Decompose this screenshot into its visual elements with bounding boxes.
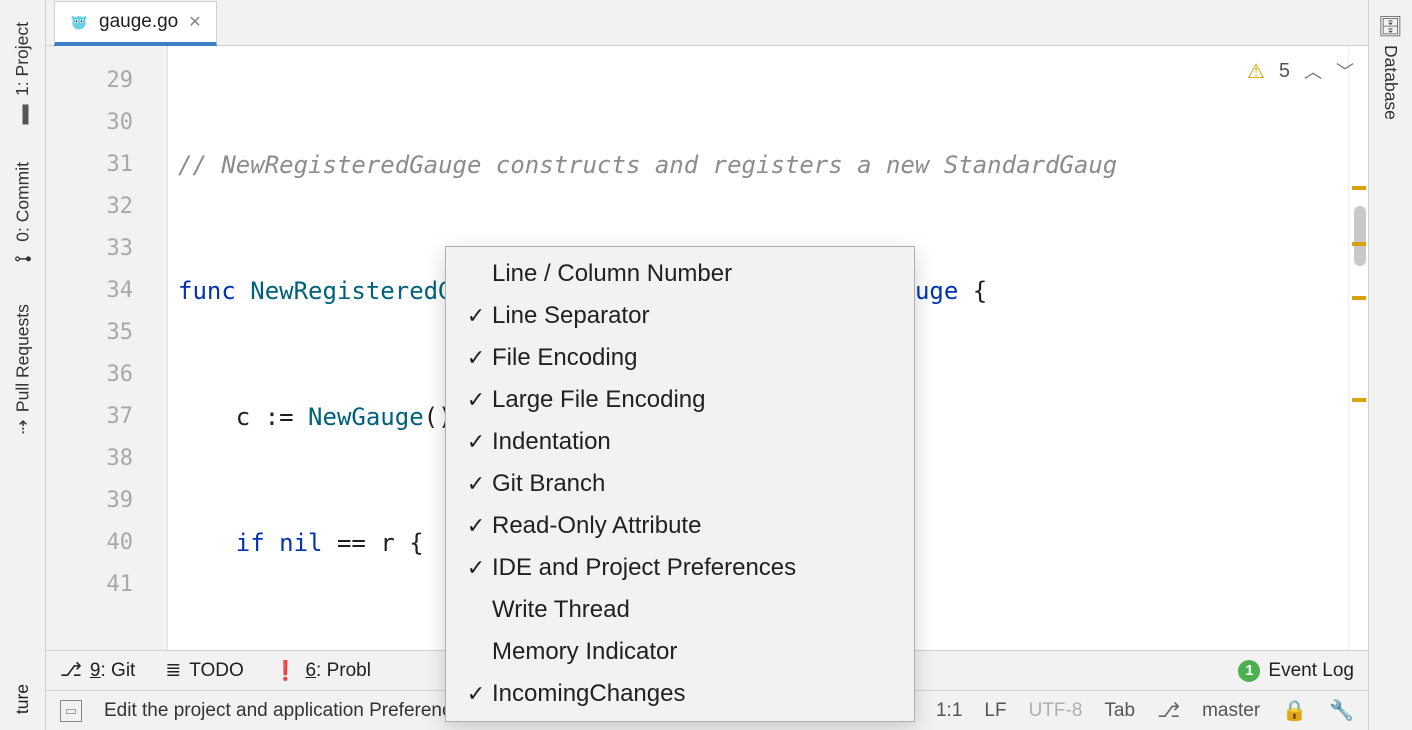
sidebar-item-structure[interactable]: ture [12,684,33,714]
menu-item-label: Line / Column Number [492,260,732,288]
menu-item-label: Git Branch [492,470,605,498]
warning-marker[interactable] [1352,296,1366,300]
line-number: 36 [46,354,167,396]
sidebar-item-project[interactable]: ▬ 1: Project [11,22,34,126]
status-rect-icon[interactable]: ▭ [60,700,82,722]
tab-bar: gauge.go ✕ [46,0,1368,46]
tool-problems[interactable]: ❗ 6: Probl [274,659,371,683]
chevron-down-icon[interactable]: ﹀ [1336,58,1354,84]
menu-item[interactable]: ✓Git Branch [446,463,914,505]
tool-event-log[interactable]: 1 Event Log [1238,660,1354,682]
warning-count: 5 [1279,60,1290,83]
line-number: 38 [46,438,167,480]
gutter: 29 30 31 32 33 34 35 36 37 38 39 40 41 [46,46,168,650]
tool-todo-label: TODO [189,660,244,682]
line-number: 29 [46,60,167,102]
line-number: 31 [46,144,167,186]
sidebar-label-project: 1: Project [12,22,33,96]
marker-strip [1348,46,1368,650]
line-number: 32 [46,186,167,228]
menu-item-label: File Encoding [492,344,637,372]
tool-todo[interactable]: ≣ TODO [165,659,243,682]
branch-icon: ⎇ [1157,698,1180,723]
sidebar-item-commit[interactable]: ⊶ 0: Commit [12,162,34,268]
menu-item-label: Line Separator [492,302,649,330]
menu-item-label: IDE and Project Preferences [492,554,796,582]
warning-marker[interactable] [1352,398,1366,402]
right-tool-strip: 🗄 Database [1368,0,1412,730]
menu-item-label: IncomingChanges [492,680,685,708]
sidebar-label-structure: ture [12,684,32,714]
warning-marker[interactable] [1352,242,1366,246]
menu-item[interactable]: ✓Read-Only Attribute [446,505,914,547]
database-icon: 🗄 [1378,14,1403,39]
go-file-icon [69,12,89,32]
line-number: 40 [46,522,167,564]
check-icon: ✓ [460,555,492,581]
folder-icon: ▬ [12,103,34,126]
menu-item[interactable]: ✓IncomingChanges [446,673,914,715]
lock-icon[interactable]: 🔒 [1282,698,1307,723]
sidebar-label-commit: 0: Commit [12,162,33,242]
line-number: 35 [46,312,167,354]
sidebar-item-database[interactable]: 🗄 Database [1378,14,1403,120]
menu-item-label: Indentation [492,428,611,456]
scrollbar-thumb[interactable] [1354,206,1366,266]
line-number: 33 [46,228,167,270]
menu-item[interactable]: ✓Large File Encoding [446,379,914,421]
tab-gauge-go[interactable]: gauge.go ✕ [54,1,217,46]
wrench-icon[interactable]: 🔧 [1329,698,1354,723]
status-indent[interactable]: Tab [1104,700,1135,722]
chevron-up-icon[interactable]: ︿ [1304,58,1322,84]
git-icon: ⎇ [60,659,82,682]
menu-item[interactable]: ✓Indentation [446,421,914,463]
sidebar-label-database: Database [1380,45,1401,120]
sidebar-label-pulls: Pull Requests [12,304,33,412]
status-encoding[interactable]: UTF-8 [1029,700,1083,722]
warning-marker[interactable] [1352,186,1366,190]
line-number: 41 [46,564,167,606]
menu-item-label: Large File Encoding [492,386,705,414]
tab-label: gauge.go [99,11,178,33]
check-icon: ✓ [460,471,492,497]
status-line-separator[interactable]: LF [984,700,1006,722]
menu-item[interactable]: ✓File Encoding [446,337,914,379]
event-count-badge: 1 [1238,660,1260,682]
menu-item-label: Write Thread [492,596,630,624]
sidebar-item-pull-requests[interactable]: ⇡ Pull Requests [12,304,34,435]
tool-git[interactable]: ⎇ 9: Git [60,659,135,682]
check-icon: ✓ [460,303,492,329]
line-number: 30 [46,102,167,144]
check-icon: ✓ [460,681,492,707]
status-position[interactable]: 1:1 [936,700,962,722]
menu-item[interactable]: ✓Line Separator [446,295,914,337]
check-icon: ✓ [460,345,492,371]
tool-event-log-label: Event Log [1268,660,1354,682]
warning-triangle-icon[interactable]: ⚠ [1247,59,1265,84]
line-number: 37 [46,396,167,438]
warning-icon: ❗ [274,659,298,683]
menu-item[interactable]: Write Thread [446,589,914,631]
menu-item[interactable]: Line / Column Number [446,253,914,295]
check-icon: ✓ [460,387,492,413]
check-icon: ✓ [460,513,492,539]
list-icon: ≣ [165,659,181,682]
menu-item[interactable]: ✓IDE and Project Preferences [446,547,914,589]
menu-item-label: Read-Only Attribute [492,512,701,540]
menu-item-label: Memory Indicator [492,638,677,666]
line-number: 34 [46,270,167,312]
menu-item[interactable]: Memory Indicator [446,631,914,673]
inspection-widget: ⚠ 5 ︿ ﹀ [1247,58,1354,84]
status-bar-context-menu: Line / Column Number✓Line Separator✓File… [445,246,915,722]
line-number: 39 [46,480,167,522]
pull-request-icon: ⇡ [15,416,30,438]
status-branch[interactable]: master [1202,700,1260,722]
check-icon: ✓ [460,429,492,455]
left-tool-strip: ▬ 1: Project ⊶ 0: Commit ⇡ Pull Requests… [0,0,46,730]
commit-icon: ⊶ [14,248,32,270]
close-icon[interactable]: ✕ [188,12,201,32]
